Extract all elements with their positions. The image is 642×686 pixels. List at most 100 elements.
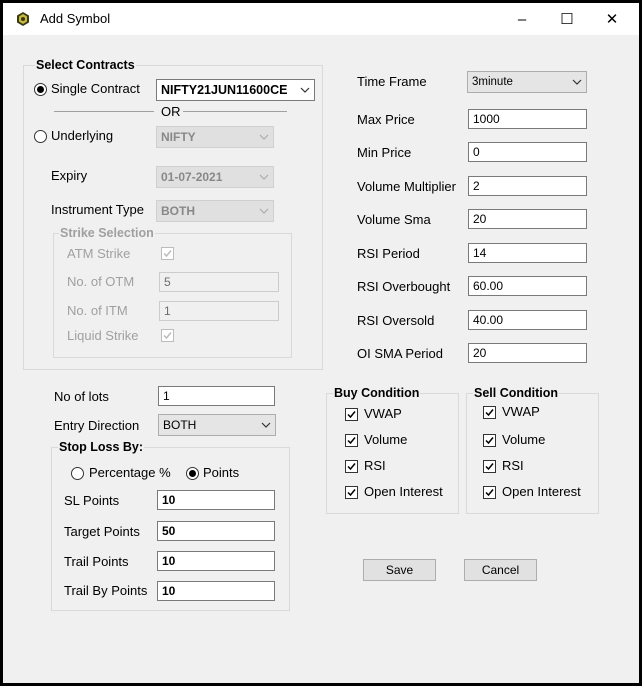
max-price-label: Max Price [357,112,415,127]
rsi-overbought-label: RSI Overbought [357,279,451,294]
sell-rsi-label: RSI [502,458,524,473]
entry-direction-value: BOTH [163,418,197,432]
instrument-type-select[interactable]: BOTH [156,200,274,222]
chevron-down-icon [571,72,583,92]
itm-input[interactable]: 1 [159,301,279,321]
close-button[interactable]: ✕ [589,7,635,31]
volume-sma-label: Volume Sma [357,212,431,227]
volume-multiplier-input[interactable]: 2 [468,176,587,196]
rsi-oversold-input[interactable]: 40.00 [468,310,587,330]
rsi-overbought-input[interactable]: 60.00 [468,276,587,296]
rsi-period-input[interactable]: 14 [468,243,587,263]
strike-selection-legend: Strike Selection [59,226,155,240]
oi-sma-period-input[interactable]: 20 [468,343,587,363]
target-points-label: Target Points [64,524,140,539]
sell-open-interest-label: Open Interest [502,484,581,499]
stop-loss-legend: Stop Loss By: [58,440,145,454]
maximize-icon: ☐ [560,11,574,28]
underlying-radio[interactable] [34,130,47,143]
sell-vwap-checkbox[interactable] [483,406,496,419]
underlying-value: NIFTY [161,130,196,144]
instrument-type-value: BOTH [161,204,195,218]
entry-direction-label: Entry Direction [54,418,140,433]
window-title: Add Symbol [40,11,111,26]
single-contract-radio[interactable] [34,83,47,96]
min-price-label: Min Price [357,145,412,160]
rsi-period-label: RSI Period [357,246,420,261]
select-contracts-legend: Select Contracts [35,58,136,72]
close-icon: ✕ [605,11,619,28]
save-button[interactable]: Save [363,559,436,581]
no-of-lots-input[interactable]: 1 [158,386,275,406]
oi-sma-period-label: OI SMA Period [357,346,443,361]
rsi-oversold-label: RSI Oversold [357,313,435,328]
instrument-type-label: Instrument Type [51,202,144,217]
volume-multiplier-label: Volume Multiplier [357,179,456,194]
itm-label: No. of ITM [67,303,128,318]
app-icon [16,12,30,26]
volume-sma-input[interactable]: 20 [468,209,587,229]
expiry-select[interactable]: 01-07-2021 [156,166,274,188]
add-symbol-window: Add Symbol – ☐ ✕ Select Contracts Single… [0,0,642,686]
trail-by-points-label: Trail By Points [64,583,148,598]
buy-volume-checkbox[interactable] [345,434,358,447]
expiry-value: 01-07-2021 [161,170,223,184]
buy-open-interest-label: Open Interest [364,484,443,499]
or-divider-right [183,111,287,112]
trail-points-label: Trail Points [64,554,129,569]
sl-points-input[interactable]: 10 [157,490,275,510]
sl-points-label: SL Points [64,493,120,508]
buy-rsi-label: RSI [364,458,386,473]
max-price-input[interactable]: 1000 [468,109,587,129]
no-of-lots-label: No of lots [54,389,109,404]
percentage-label: Percentage % [89,465,171,480]
single-contract-value: NIFTY21JUN11600CE [161,83,288,97]
minimize-button[interactable]: – [499,7,545,31]
time-frame-label: Time Frame [357,74,427,89]
sell-rsi-checkbox[interactable] [483,460,496,473]
liquid-strike-label: Liquid Strike [67,328,139,343]
cancel-button[interactable]: Cancel [464,559,537,581]
otm-label: No. of OTM [67,274,135,289]
buy-vwap-label: VWAP [364,406,402,421]
atm-strike-label: ATM Strike [67,246,131,261]
percentage-radio[interactable] [71,467,84,480]
maximize-button[interactable]: ☐ [544,7,590,31]
minimize-icon: – [517,10,527,28]
trail-points-input[interactable]: 10 [157,551,275,571]
chevron-down-icon [258,127,270,147]
or-divider-left [54,111,154,112]
sell-volume-checkbox[interactable] [483,434,496,447]
chevron-down-icon [258,201,270,221]
buy-condition-legend: Buy Condition [333,386,421,400]
trail-by-points-input[interactable]: 10 [157,581,275,601]
underlying-select[interactable]: NIFTY [156,126,274,148]
buy-vwap-checkbox[interactable] [345,408,358,421]
sell-vwap-label: VWAP [502,404,540,419]
entry-direction-select[interactable]: BOTH [158,414,276,436]
min-price-input[interactable]: 0 [468,142,587,162]
liquid-strike-checkbox[interactable] [161,329,174,342]
single-contract-label: Single Contract [51,81,140,96]
atm-strike-checkbox[interactable] [161,247,174,260]
chevron-down-icon [260,415,272,435]
time-frame-value: 3minute [472,76,513,88]
chevron-down-icon [299,80,311,100]
sell-condition-legend: Sell Condition [473,386,560,400]
chevron-down-icon [258,167,270,187]
otm-input[interactable]: 5 [159,272,279,292]
points-label: Points [203,465,240,480]
time-frame-select[interactable]: 3minute [467,71,587,93]
target-points-input[interactable]: 50 [157,521,275,541]
expiry-label: Expiry [51,168,88,183]
buy-rsi-checkbox[interactable] [345,460,358,473]
points-radio[interactable] [186,467,199,480]
or-label: OR [161,104,181,119]
sell-open-interest-checkbox[interactable] [483,486,496,499]
sell-volume-label: Volume [502,432,546,447]
buy-open-interest-checkbox[interactable] [345,486,358,499]
buy-volume-label: Volume [364,432,408,447]
single-contract-select[interactable]: NIFTY21JUN11600CE [156,79,315,101]
title-bar: Add Symbol – ☐ ✕ [3,3,639,35]
underlying-label: Underlying [51,128,114,143]
